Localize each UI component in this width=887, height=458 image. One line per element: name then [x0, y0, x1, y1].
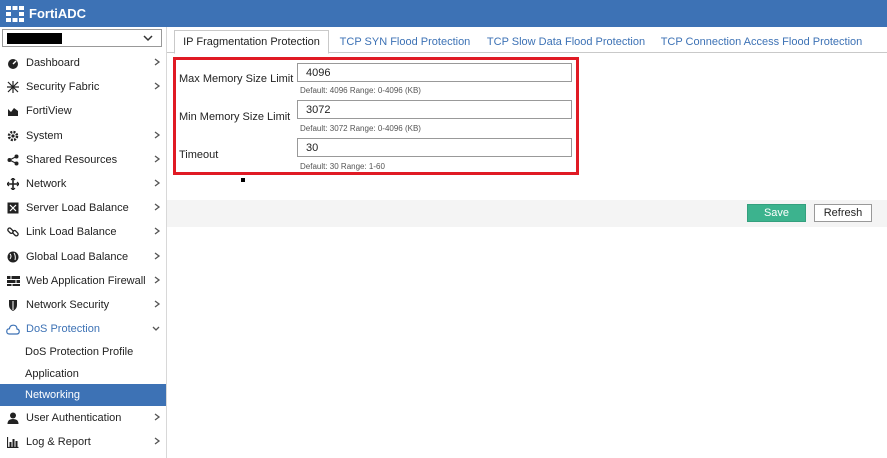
min-memory-label: Min Memory Size Limit: [179, 111, 291, 123]
sidebar-subitem-application[interactable]: Application: [0, 363, 166, 385]
sidebar-item-user-authentication[interactable]: User Authentication: [0, 406, 166, 430]
ip-fragmentation-form: Max Memory Size Limit Default: 4096 Rang…: [173, 57, 579, 175]
sidebar-item-label: Server Load Balance: [26, 202, 129, 215]
app-title: FortiADC: [29, 6, 87, 21]
sidebar-item-label: System: [26, 129, 63, 142]
link-icon: [0, 226, 26, 238]
cloud-icon: [0, 324, 26, 335]
sidebar-item-system[interactable]: System: [0, 124, 166, 148]
sidebar-item-label: Network: [26, 178, 67, 191]
chevron-right-icon: [153, 225, 161, 240]
sidebar-item-server-load-balance[interactable]: Server Load Balance: [0, 196, 166, 220]
sidebar-item-link-load-balance[interactable]: Link Load Balance: [0, 220, 166, 244]
fabric-icon: [0, 81, 26, 94]
sidebar-item-network[interactable]: Network: [0, 172, 166, 196]
min-memory-input[interactable]: [297, 100, 572, 119]
save-button[interactable]: Save: [747, 204, 806, 222]
sidebar-item-log-report[interactable]: Log & Report: [0, 430, 166, 454]
chevron-right-icon: [153, 201, 161, 216]
tab-tcp-slow-data-flood-protection[interactable]: TCP Slow Data Flood Protection: [485, 30, 647, 53]
globe-icon: [0, 251, 26, 263]
sidebar-item-label: Security Fabric: [26, 81, 100, 94]
top-bar: FortiADC: [0, 0, 887, 27]
sidebar-item-label: Dashboard: [26, 57, 80, 70]
firewall-icon: [0, 275, 26, 287]
sidebar-item-label: Log & Report: [26, 436, 91, 449]
vdom-redacted-value: [7, 33, 62, 44]
chevron-right-icon: [153, 298, 161, 313]
sidebar-item-label: Link Load Balance: [26, 226, 117, 239]
sidebar-item-label: Network Security: [26, 298, 110, 311]
sidebar-item-waf[interactable]: Web Application Firewall: [0, 269, 166, 293]
sidebar-item-label: FortiView: [26, 105, 72, 118]
max-memory-hint: Default: 4096 Range: 0-4096 (KB): [300, 86, 421, 95]
chevron-right-icon: [153, 411, 161, 426]
tab-ip-fragmentation-protection[interactable]: IP Fragmentation Protection: [174, 30, 329, 54]
network-icon: [0, 178, 26, 191]
dashboard-icon: [0, 57, 26, 70]
tab-tcp-connection-access-flood-protection[interactable]: TCP Connection Access Flood Protection: [659, 30, 864, 53]
chevron-down-icon: [151, 322, 161, 337]
user-icon: [0, 412, 26, 424]
sidebar-subitem-networking[interactable]: Networking: [0, 384, 166, 406]
chart-icon: [0, 105, 26, 117]
chevron-right-icon: [153, 129, 161, 144]
chevron-right-icon: [153, 435, 161, 450]
chevron-down-icon: [143, 30, 153, 49]
server-icon: [0, 202, 26, 214]
action-bar: Save Refresh: [167, 200, 887, 227]
sidebar-item-label: Web Application Firewall: [26, 274, 146, 287]
chevron-right-icon: [153, 80, 161, 95]
refresh-button[interactable]: Refresh: [814, 204, 872, 222]
sidebar-item-dos-protection[interactable]: DoS Protection: [0, 317, 166, 341]
sidebar-item-security-fabric[interactable]: Security Fabric: [0, 75, 166, 99]
sidebar-item-label: User Authentication: [26, 411, 122, 424]
sidebar-subitem-dos-protection-profile[interactable]: DoS Protection Profile: [0, 341, 166, 363]
sidebar-item-shared-resources[interactable]: Shared Resources: [0, 148, 166, 172]
share-icon: [0, 154, 26, 166]
chevron-right-icon: [153, 56, 161, 71]
min-memory-hint: Default: 3072 Range: 0-4096 (KB): [300, 124, 421, 133]
chevron-right-icon: [153, 153, 161, 168]
sidebar-nav: Dashboard Security Fabric FortiView Syst…: [0, 51, 166, 454]
timeout-hint: Default: 30 Range: 1-60: [300, 162, 385, 171]
fortinet-logo-icon: [5, 5, 25, 23]
tab-bar: IP Fragmentation Protection TCP SYN Floo…: [167, 27, 887, 54]
timeout-input[interactable]: [297, 138, 572, 157]
sidebar-item-fortiview[interactable]: FortiView: [0, 99, 166, 123]
vdom-select[interactable]: [2, 29, 162, 47]
stray-dot: [241, 178, 245, 182]
shield-icon: [0, 299, 26, 311]
timeout-label: Timeout: [179, 149, 219, 161]
max-memory-label: Max Memory Size Limit: [179, 73, 294, 85]
sidebar-item-label: Global Load Balance: [26, 250, 129, 263]
sidebar-item-dashboard[interactable]: Dashboard: [0, 51, 166, 75]
max-memory-input[interactable]: [297, 63, 572, 82]
main-content: IP Fragmentation Protection TCP SYN Floo…: [167, 27, 887, 458]
sidebar: Dashboard Security Fabric FortiView Syst…: [0, 27, 167, 458]
gear-icon: [0, 130, 26, 142]
report-icon: [0, 436, 26, 449]
tab-tcp-syn-flood-protection[interactable]: TCP SYN Flood Protection: [337, 30, 473, 53]
chevron-right-icon: [153, 250, 161, 265]
sidebar-item-network-security[interactable]: Network Security: [0, 293, 166, 317]
chevron-right-icon: [153, 177, 161, 192]
sidebar-item-label: Shared Resources: [26, 153, 118, 166]
chevron-right-icon: [153, 274, 161, 289]
sidebar-item-label: DoS Protection: [26, 323, 100, 336]
sidebar-item-global-load-balance[interactable]: Global Load Balance: [0, 245, 166, 269]
